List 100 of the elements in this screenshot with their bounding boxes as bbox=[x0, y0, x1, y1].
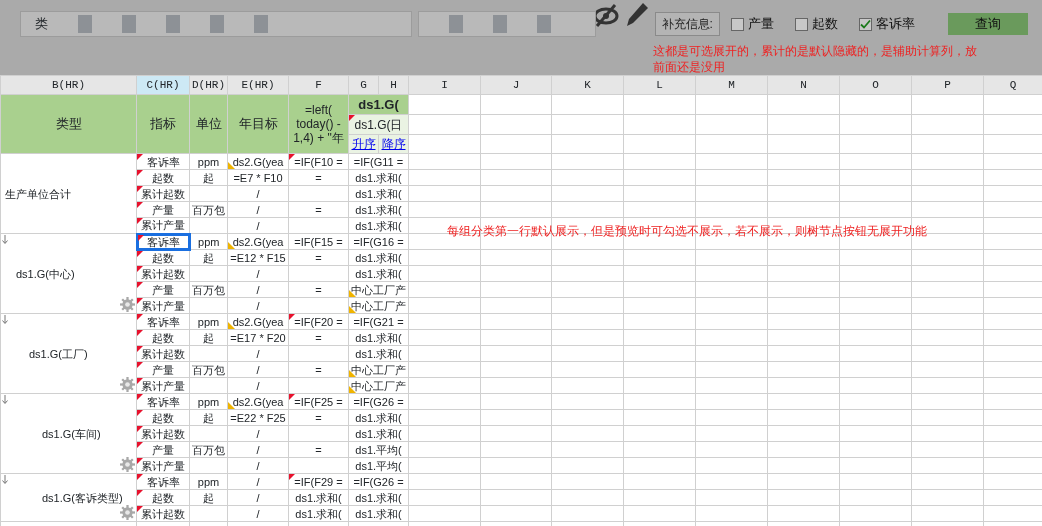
indicator-cell[interactable]: 起数 bbox=[136, 169, 190, 186]
indicator-cell[interactable]: 累计产量 bbox=[136, 217, 190, 234]
filter-field[interactable] bbox=[417, 11, 596, 37]
formula-cell: =IF(F20 = bbox=[288, 313, 349, 330]
column-header[interactable]: C(HR) bbox=[136, 75, 190, 95]
gear-icon[interactable] bbox=[120, 377, 135, 392]
formula-cell: / bbox=[227, 345, 289, 362]
gear-icon[interactable] bbox=[120, 505, 135, 520]
column-header[interactable]: H bbox=[378, 75, 409, 95]
column-header[interactable]: Q bbox=[983, 75, 1042, 95]
formula-cell: ds1.求和( bbox=[288, 505, 349, 522]
unit-text: ppm bbox=[197, 155, 220, 168]
indicator-cell[interactable]: 起数 bbox=[136, 489, 190, 506]
column-header[interactable]: E(HR) bbox=[227, 75, 289, 95]
indicator-cell[interactable]: 客诉率 bbox=[136, 313, 190, 330]
column-header[interactable]: G bbox=[348, 75, 379, 95]
indicator-cell[interactable]: 累计起数 bbox=[136, 265, 190, 282]
indicator-cell[interactable]: 客诉率 bbox=[136, 233, 190, 250]
gear-icon[interactable] bbox=[119, 297, 135, 312]
indicator-cell[interactable]: 累计起数 bbox=[136, 505, 190, 522]
indicator-cell[interactable]: 累计产量 bbox=[136, 457, 190, 474]
header-cell: 年目标 bbox=[227, 94, 289, 154]
unit-text: 百万包 bbox=[192, 443, 225, 456]
formula-cell: ds2.G(yea bbox=[227, 313, 289, 330]
expand-arrow-icon[interactable] bbox=[2, 235, 8, 244]
expand-arrow-icon[interactable] bbox=[2, 315, 8, 324]
filter-field[interactable]: 类 bbox=[20, 11, 412, 37]
formula-cell: ds1.求和( bbox=[288, 489, 349, 506]
indicator-cell[interactable]: 客诉率 bbox=[136, 473, 190, 490]
expand-arrow-icon[interactable] bbox=[2, 395, 8, 404]
unit-text: ppm bbox=[197, 315, 220, 328]
unit-text: 起 bbox=[203, 411, 214, 424]
indicator-cell[interactable]: 起数 bbox=[136, 409, 190, 426]
formula-cell: ds1.求和( bbox=[348, 425, 409, 442]
formula-cell: =IF(F25 = bbox=[288, 393, 349, 410]
formula-cell: ds1.求和( bbox=[348, 489, 409, 506]
query-button[interactable]: 查询 bbox=[947, 13, 1028, 35]
formula-cell: =IF(F29 = bbox=[288, 473, 349, 490]
formula-cell: ds1.平均( bbox=[348, 457, 409, 474]
column-header[interactable]: N bbox=[767, 75, 840, 95]
eye-icon bbox=[593, 2, 619, 28]
column-header[interactable]: K bbox=[551, 75, 624, 95]
indicator-cell[interactable]: 累计起数 bbox=[136, 425, 190, 442]
unit-text: 起 bbox=[203, 251, 214, 264]
formula-cell: = bbox=[288, 201, 349, 218]
indicator-cell[interactable]: 产量 bbox=[136, 361, 190, 378]
formula-cell: ds1.求和( bbox=[348, 249, 409, 266]
option-checkbox[interactable]: 起数 bbox=[794, 14, 838, 34]
formula-cell: =E12 * F15 bbox=[227, 249, 289, 266]
unit-text: 百万包 bbox=[192, 363, 225, 376]
formula-cell: = bbox=[288, 329, 349, 346]
formula-cell: / bbox=[227, 377, 289, 394]
option-checkbox[interactable]: 客诉率 bbox=[858, 14, 915, 34]
column-header[interactable]: P bbox=[911, 75, 984, 95]
indicator-cell[interactable]: 客诉率 bbox=[136, 393, 190, 410]
expand-arrow-icon[interactable] bbox=[2, 475, 8, 484]
indicator-cell[interactable]: 产量 bbox=[136, 201, 190, 218]
formula-cell: ds1.平均( bbox=[348, 441, 409, 458]
header-cell: =left( today() - 1,4) + "年 bbox=[288, 94, 349, 154]
indicator-cell[interactable]: 累计产量 bbox=[136, 377, 190, 394]
indicator-cell[interactable]: 累计起数 bbox=[136, 345, 190, 362]
unit-text: 百万包 bbox=[192, 283, 225, 296]
indicator-cell[interactable]: 累计起数 bbox=[136, 185, 190, 202]
group-name: ds1.G(中心) bbox=[15, 267, 75, 280]
indicator-cell[interactable]: 产量 bbox=[136, 281, 190, 298]
annotation-text: 每组分类第一行默认展示，但是预览时可勾选不展示，若不展示，则树节点按钮无展开功能 bbox=[447, 224, 927, 238]
formula-cell: ds1.求和( bbox=[348, 169, 409, 186]
column-header[interactable]: I bbox=[408, 75, 481, 95]
indicator-cell[interactable]: 产量 bbox=[136, 441, 190, 458]
unit-text: ppm bbox=[197, 475, 220, 488]
formula-cell: =IF(G26 = bbox=[348, 473, 409, 490]
column-header[interactable]: F bbox=[288, 75, 349, 95]
formula-cell: / bbox=[227, 281, 289, 298]
field-label: 类 bbox=[35, 15, 48, 34]
formula-cell: / bbox=[227, 217, 289, 234]
formula-cell: =E17 * F20 bbox=[227, 329, 289, 346]
unit-text: 起 bbox=[203, 331, 214, 344]
column-header[interactable]: B(HR) bbox=[0, 75, 137, 95]
column-header[interactable]: O bbox=[839, 75, 912, 95]
column-header[interactable]: M bbox=[695, 75, 768, 95]
indicator-cell[interactable]: 起数 bbox=[136, 329, 190, 346]
group-name: ds1.G(工厂) bbox=[28, 347, 88, 360]
formula-cell: / bbox=[227, 473, 289, 490]
formula-cell: / bbox=[227, 265, 289, 282]
unit-text: 起 bbox=[203, 491, 214, 504]
column-header[interactable]: J bbox=[480, 75, 552, 95]
formula-cell: = bbox=[288, 281, 349, 298]
formula-cell: 中心工厂产 bbox=[348, 297, 409, 314]
formula-cell: = bbox=[288, 441, 349, 458]
formula-cell: ds1.求和( bbox=[348, 217, 409, 234]
indicator-cell[interactable]: 累计产量 bbox=[136, 297, 190, 314]
column-header[interactable]: L bbox=[623, 75, 696, 95]
column-header[interactable]: D(HR) bbox=[189, 75, 228, 95]
annotation-text: 这都是可选展开的，累计的是默认隐藏的，是辅助计算列，放前面还是没用 bbox=[652, 43, 978, 75]
option-checkbox[interactable]: 产量 bbox=[730, 14, 774, 34]
header-cell: 单位 bbox=[189, 94, 228, 154]
indicator-cell[interactable]: 起数 bbox=[136, 249, 190, 266]
gear-icon[interactable] bbox=[120, 457, 135, 472]
indicator-cell[interactable]: 客诉率 bbox=[136, 153, 190, 170]
checkmark-icon bbox=[859, 18, 871, 30]
